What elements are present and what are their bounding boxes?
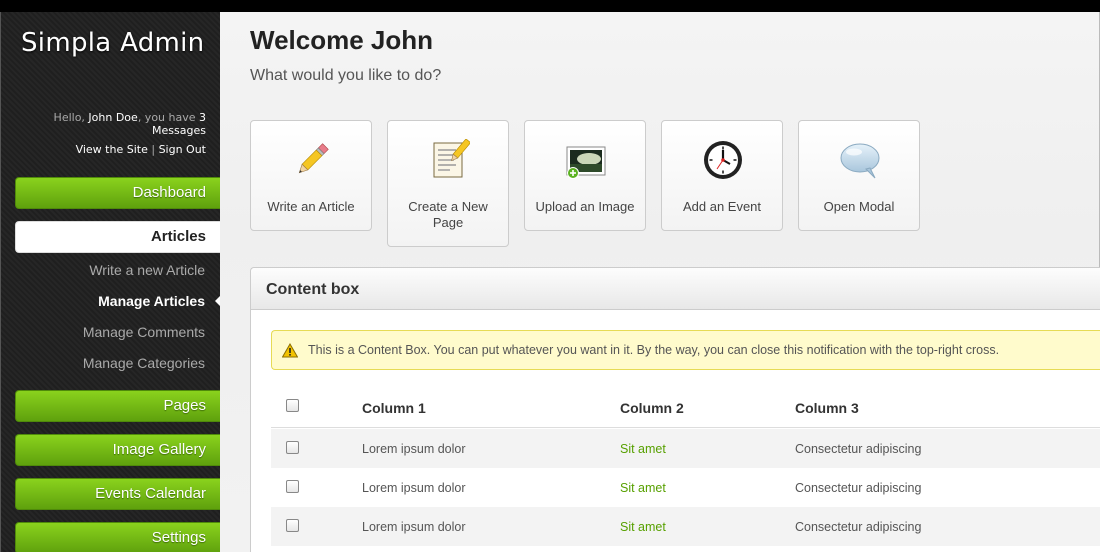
page-subtitle: What would you like to do?: [250, 67, 442, 84]
view-site-link[interactable]: View the Site: [76, 143, 148, 156]
image-upload-icon: [566, 146, 606, 179]
top-black-bar: [0, 0, 1100, 12]
sub-manage-categories[interactable]: Manage Categories: [83, 355, 205, 371]
speech-bubble-icon: [840, 143, 880, 179]
sub-write-article[interactable]: Write a new Article: [89, 262, 205, 278]
cell-column-2-link[interactable]: Sit amet: [620, 520, 666, 534]
table-row: Lorem ipsum dolor Sit amet Consectetur a…: [271, 507, 1100, 546]
select-all-checkbox[interactable]: [286, 399, 299, 412]
warning-icon: [282, 343, 298, 358]
nav-pages[interactable]: Pages: [15, 390, 221, 422]
page-title: Welcome John: [250, 25, 434, 55]
cell-column-1: Lorem ipsum dolor: [362, 481, 466, 495]
shortcut-label: Add an Event: [682, 199, 762, 214]
nav-dashboard[interactable]: Dashboard: [15, 177, 221, 209]
main-content: Welcome John What would you like to do? …: [220, 12, 1100, 552]
row-checkbox[interactable]: [286, 480, 299, 493]
pencil-icon: [298, 143, 329, 174]
sidebar: Simpla Admin Hello, John Doe, you have 3…: [0, 12, 221, 552]
cell-column-2-link[interactable]: Sit amet: [620, 442, 666, 456]
column-header-3[interactable]: Column 3: [795, 400, 859, 416]
shortcut-label: Create a New Page: [408, 199, 488, 230]
link-separator: |: [147, 143, 159, 156]
cell-column-2-link[interactable]: Sit amet: [620, 481, 666, 495]
nav-articles[interactable]: Articles: [15, 221, 221, 253]
row-checkbox[interactable]: [286, 441, 299, 454]
nav-settings[interactable]: Settings: [15, 522, 221, 552]
shortcut-write-article[interactable]: Write an Article: [250, 120, 372, 231]
app-logo[interactable]: Simpla Admin: [21, 28, 204, 58]
cell-column-1: Lorem ipsum dolor: [362, 520, 466, 534]
row-checkbox[interactable]: [286, 519, 299, 532]
column-header-1[interactable]: Column 1: [362, 400, 426, 416]
shortcut-add-event[interactable]: Add an Event: [661, 120, 783, 231]
nav-events-calendar[interactable]: Events Calendar: [15, 478, 221, 510]
profile-greeting: Hello, John Doe, you have 3 Messages: [1, 111, 206, 137]
shortcut-label: Upload an Image: [535, 199, 635, 214]
table-row: Lorem ipsum dolor Sit amet Consectetur a…: [271, 429, 1100, 468]
sub-manage-articles[interactable]: Manage Articles: [98, 293, 205, 309]
table-header-row: Column 1 Column 2 Column 3: [271, 386, 1100, 428]
cell-column-3: Consectetur adipiscing: [795, 442, 922, 456]
sub-manage-comments[interactable]: Manage Comments: [83, 324, 205, 340]
sign-out-link[interactable]: Sign Out: [159, 143, 206, 156]
shortcut-open-modal[interactable]: Open Modal: [798, 120, 920, 231]
shortcut-label: Write an Article: [267, 199, 355, 214]
content-box-header: Content box: [251, 268, 1100, 310]
greeting-prefix: Hello,: [53, 111, 89, 124]
cell-column-3: Consectetur adipiscing: [795, 520, 922, 534]
nav-image-gallery[interactable]: Image Gallery: [15, 434, 221, 466]
shortcut-label: Open Modal: [823, 199, 895, 214]
shortcut-upload-image[interactable]: Upload an Image: [524, 120, 646, 231]
column-header-2[interactable]: Column 2: [620, 400, 684, 416]
clock-icon: [704, 141, 742, 179]
greeting-mid: , you have: [137, 111, 199, 124]
cell-column-1: Lorem ipsum dolor: [362, 442, 466, 456]
new-page-icon: [433, 139, 470, 178]
content-box-title: Content box: [266, 281, 360, 298]
profile-links: View the Site | Sign Out: [76, 143, 206, 156]
cell-column-3: Consectetur adipiscing: [795, 481, 922, 495]
content-box: Content box This is a Content Box. You c…: [250, 267, 1100, 552]
shortcut-create-page[interactable]: Create a New Page: [387, 120, 509, 247]
table-row: Lorem ipsum dolor Sit amet Consectetur a…: [271, 468, 1100, 507]
user-name-link[interactable]: John Doe: [88, 111, 137, 124]
notification-text: This is a Content Box. You can put whate…: [308, 343, 1000, 357]
notification-attention[interactable]: This is a Content Box. You can put whate…: [271, 330, 1100, 370]
